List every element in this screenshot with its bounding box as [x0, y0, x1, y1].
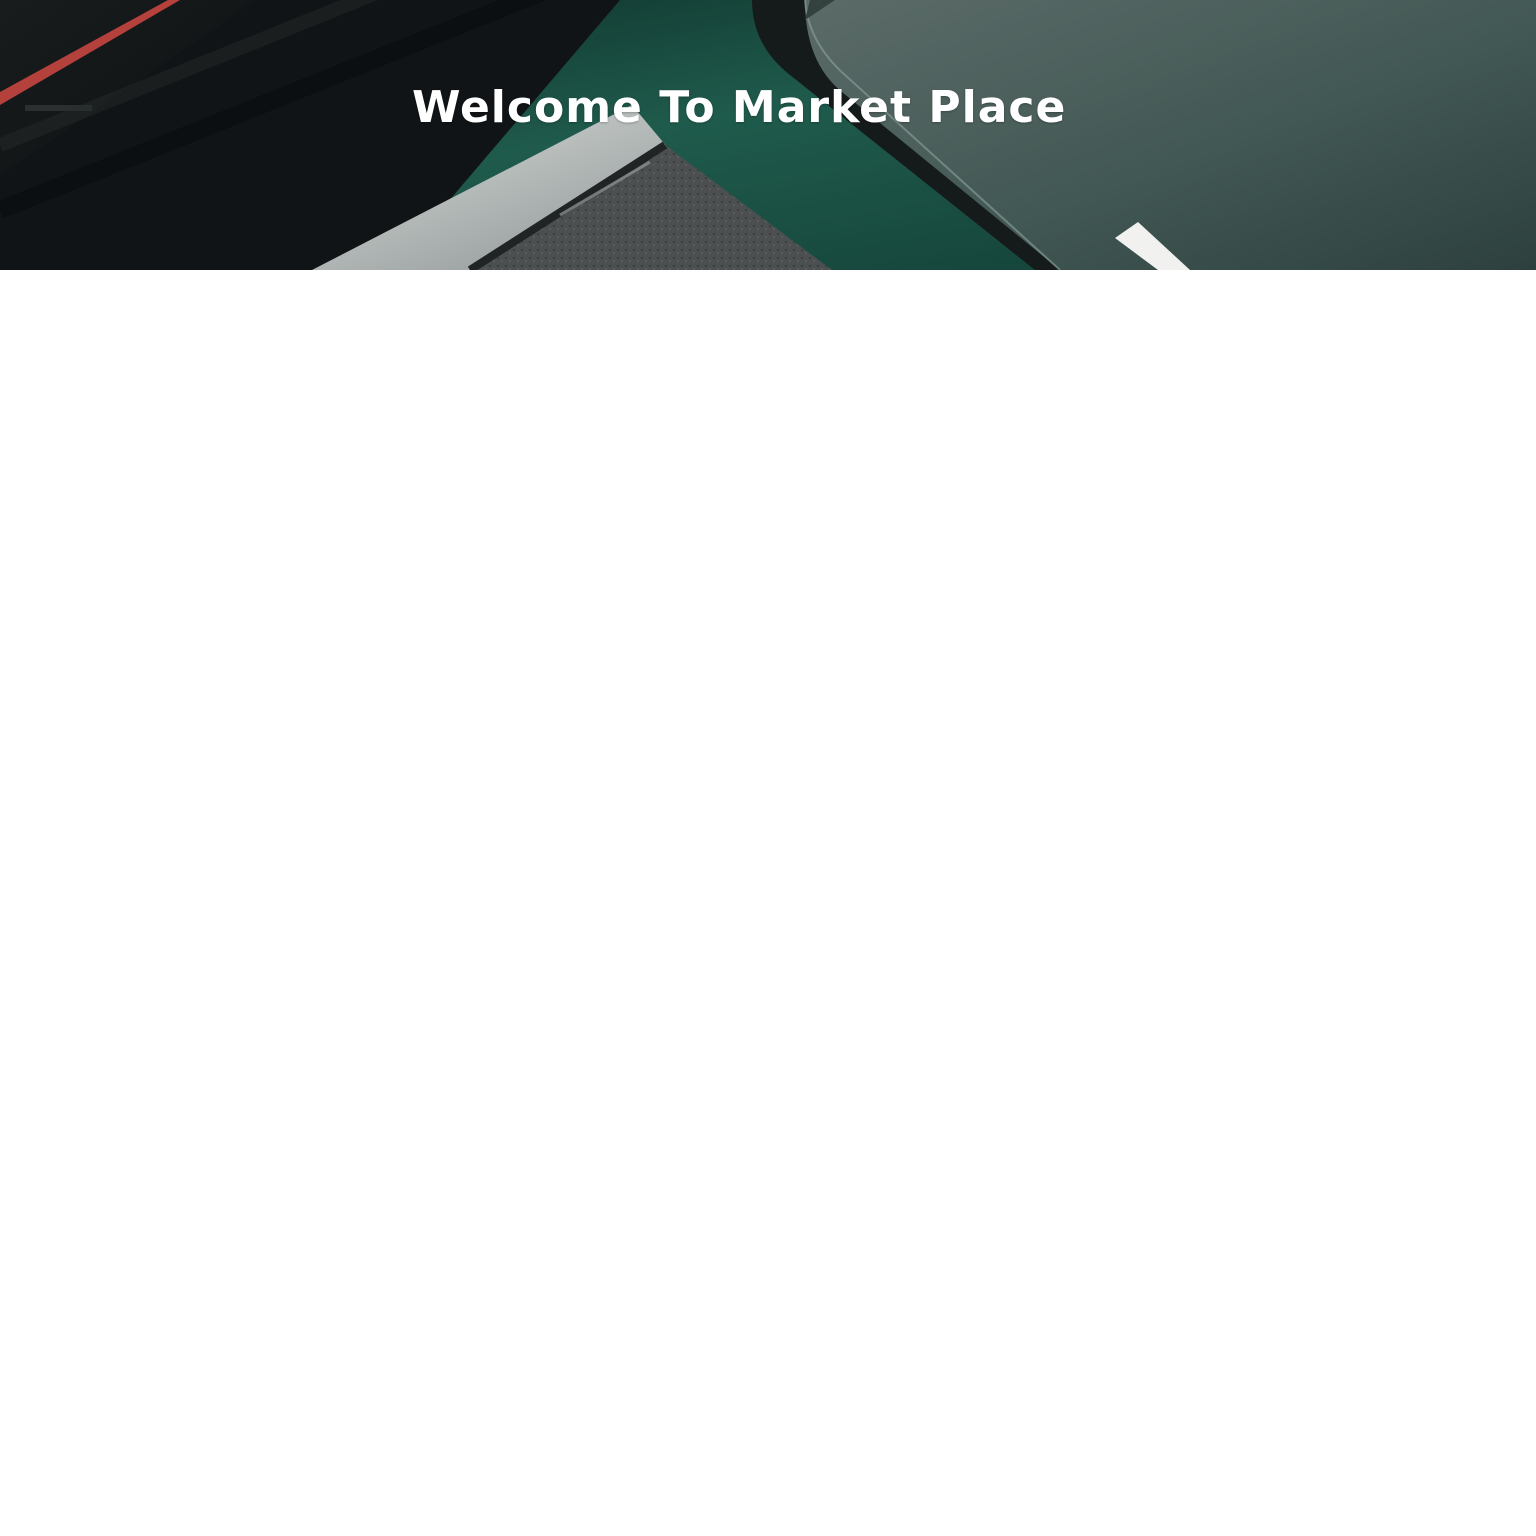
page-content-area	[0, 270, 1536, 1536]
page-title: Welcome To Market Place	[412, 82, 1067, 133]
hero-banner: Welcome To Market Place	[0, 0, 1536, 270]
